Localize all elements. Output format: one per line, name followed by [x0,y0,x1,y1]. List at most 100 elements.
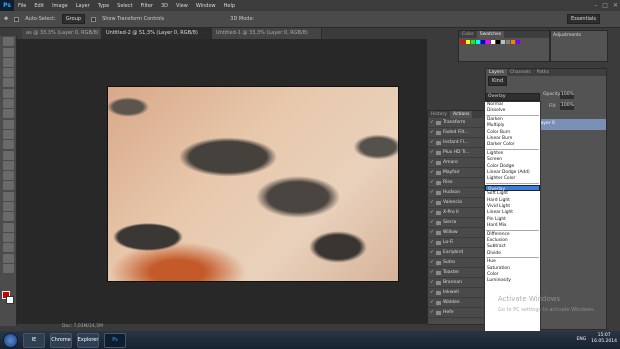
taskbar-chrome[interactable]: Chrome [50,332,72,348]
action-row[interactable]: ✓ Inkwell [428,288,486,298]
tool-icon[interactable] [3,57,14,67]
tab-paths[interactable]: Paths [534,69,552,76]
check-icon[interactable]: ✓ [430,130,434,135]
fill-input[interactable]: 100% [560,103,574,110]
tool-icon[interactable] [3,171,14,181]
tool-icon[interactable] [3,202,14,212]
menu-image[interactable]: Image [48,3,72,9]
maximize-button[interactable]: □ [602,2,608,9]
check-icon[interactable]: ✓ [430,190,434,195]
menu-3d[interactable]: 3D [157,3,172,9]
move-tool-icon[interactable]: ✥ [4,16,8,22]
color-swatch[interactable] [491,40,495,44]
language-indicator[interactable]: ENG [577,337,587,342]
action-row[interactable]: ✓ Lo-Fi [428,238,486,248]
action-row[interactable]: ✓ Earlybird [428,248,486,258]
check-icon[interactable]: ✓ [430,230,434,235]
layer-row[interactable]: Layer 0 [536,119,606,130]
taskbar-photoshop[interactable]: Ps [104,332,126,348]
action-row[interactable]: ✓ Brannan [428,278,486,288]
document-canvas[interactable] [107,86,399,282]
menu-help[interactable]: Help [220,3,239,9]
tool-icon[interactable] [3,232,14,242]
color-swatch[interactable] [511,40,515,44]
check-icon[interactable]: ✓ [430,160,434,165]
menu-window[interactable]: Window [192,3,220,9]
action-row[interactable]: ✓ Mayfair [428,168,486,178]
check-icon[interactable]: ✓ [430,210,434,215]
auto-select-dropdown[interactable]: Group [61,14,86,24]
tool-icon[interactable] [3,222,14,232]
tool-icon[interactable] [3,68,14,78]
check-icon[interactable]: ✓ [430,280,434,285]
tool-icon[interactable] [3,263,14,273]
action-row[interactable]: ✓ Sutro [428,258,486,268]
auto-select-checkbox[interactable] [14,16,20,22]
tool-icon[interactable] [3,88,14,98]
check-icon[interactable]: ✓ [430,300,434,305]
tab-swatches[interactable]: Swatches [476,31,505,38]
color-swatch[interactable] [501,40,505,44]
action-row[interactable]: ✓ Sierra [428,218,486,228]
action-row[interactable]: ✓ Hudson [428,188,486,198]
check-icon[interactable]: ✓ [430,250,434,255]
color-swatch[interactable] [496,40,500,44]
menu-layer[interactable]: Layer [72,3,94,9]
color-swatch[interactable] [476,40,480,44]
check-icon[interactable]: ✓ [430,180,434,185]
tool-icon[interactable] [3,253,14,263]
tool-icon[interactable] [3,191,14,201]
menu-type[interactable]: Type [94,3,113,9]
blend-mode-option[interactable]: Darker Color [485,142,540,148]
menu-file[interactable]: File [14,3,30,9]
check-icon[interactable]: ✓ [430,270,434,275]
tool-icon[interactable] [3,243,14,253]
minimize-button[interactable]: – [594,2,597,9]
color-swatch[interactable] [506,40,510,44]
check-icon[interactable]: ✓ [430,310,434,315]
action-row[interactable]: ✓ Hefe [428,308,486,318]
check-icon[interactable]: ✓ [430,260,434,265]
tool-icon[interactable] [3,140,14,150]
tab-color[interactable]: Color [459,31,477,38]
action-row[interactable]: ✓ Transform [428,118,486,128]
start-button[interactable] [3,332,18,348]
check-icon[interactable]: ✓ [430,200,434,205]
close-button[interactable]: ✕ [613,2,618,9]
check-icon[interactable]: ✓ [430,290,434,295]
color-swatch[interactable] [466,40,470,44]
color-swatch[interactable] [471,40,475,44]
tool-icon[interactable] [3,129,14,139]
workspace-dropdown[interactable]: Essentials [566,14,600,24]
tab-document-1[interactable]: as @ 33,3% (Layer 0, RGB/8) [22,28,102,39]
color-swatch[interactable] [486,40,490,44]
opacity-input[interactable]: 100% [560,92,574,99]
action-row[interactable]: ✓ X-Pro II [428,208,486,218]
layer-filter-kind[interactable]: Kind [488,76,508,86]
show-transform-checkbox[interactable] [91,16,97,22]
tool-icon[interactable] [3,160,14,170]
tab-history[interactable]: History [428,111,450,118]
tab-channels[interactable]: Channels [507,69,534,76]
action-row[interactable]: ✓ Plus HD Tr... [428,148,486,158]
action-row[interactable]: ✓ Rise [428,178,486,188]
blend-mode-option[interactable]: Hard Mix [485,223,540,229]
menu-view[interactable]: View [172,3,192,9]
action-row[interactable]: ✓ Faded Filt... [428,128,486,138]
tool-icon[interactable] [3,37,14,47]
tab-actions[interactable]: Actions [450,111,473,118]
check-icon[interactable]: ✓ [430,120,434,125]
tool-icon[interactable] [3,119,14,129]
tool-icon[interactable] [3,181,14,191]
check-icon[interactable]: ✓ [430,220,434,225]
tool-icon[interactable] [3,78,14,88]
menu-edit[interactable]: Edit [30,3,48,9]
menu-select[interactable]: Select [113,3,136,9]
taskbar-ie[interactable]: IE [23,332,45,348]
tool-icon[interactable] [3,150,14,160]
taskbar-explorer[interactable]: Explorer [77,332,99,348]
color-swatch[interactable] [516,40,520,44]
blend-mode-option[interactable]: Dissolve [485,108,540,114]
action-row[interactable]: ✓ Amaro [428,158,486,168]
clock[interactable]: 15:07 16.05.2014 [591,333,617,345]
